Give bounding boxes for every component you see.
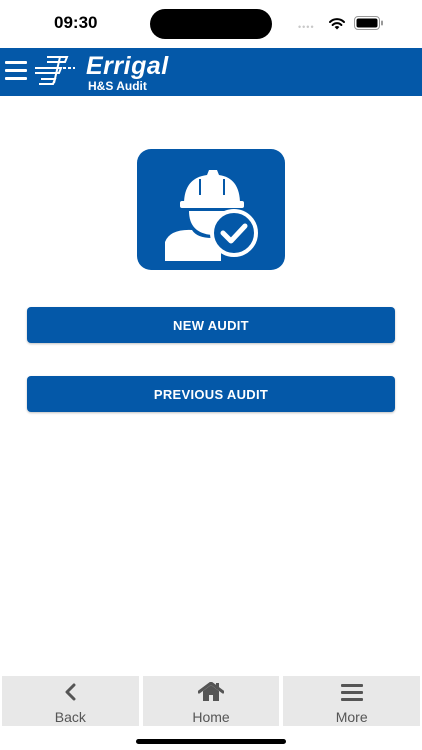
menu-icon[interactable] [5, 61, 27, 80]
battery-icon [354, 16, 383, 30]
wifi-icon [329, 18, 345, 30]
home-icon [198, 681, 224, 703]
errigal-logo [35, 56, 75, 85]
chevron-left-icon [57, 681, 83, 703]
status-bar: 09:30 •••• [0, 0, 422, 48]
menu-icon [339, 681, 365, 703]
signal-icon: •••• [298, 22, 315, 32]
brand-subtitle: H&S Audit [88, 79, 147, 93]
nav-more[interactable]: More [283, 676, 421, 726]
nav-home-label: Home [192, 709, 230, 725]
nav-back-label: Back [54, 709, 86, 725]
worker-check-tile [137, 149, 285, 270]
app-header: Errigal H&S Audit [0, 48, 422, 96]
bottom-nav: Back Home More [0, 676, 422, 726]
home-indicator [136, 739, 286, 744]
status-time: 09:30 [54, 13, 98, 32]
nav-back[interactable]: Back [2, 676, 139, 726]
worker-check-icon [165, 170, 258, 261]
status-indicators: •••• [298, 14, 398, 34]
previous-audit-button[interactable]: PREVIOUS AUDIT [27, 376, 395, 412]
brand-name: Errigal [86, 52, 169, 80]
nav-more-label: More [335, 709, 368, 725]
dynamic-island [150, 9, 272, 39]
new-audit-button[interactable]: NEW AUDIT [27, 307, 395, 343]
nav-home[interactable]: Home [142, 676, 280, 726]
